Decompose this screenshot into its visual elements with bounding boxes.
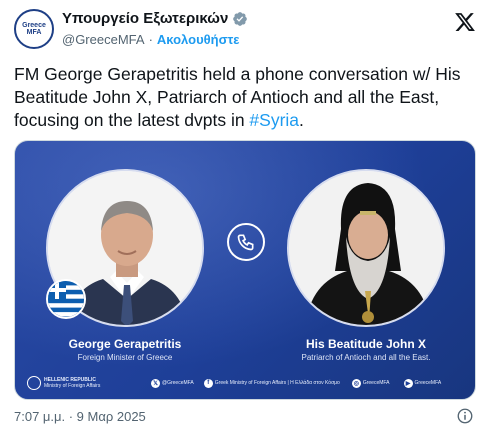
x-logo-icon[interactable] [454, 11, 476, 33]
hashtag-link[interactable]: #Syria [249, 110, 299, 130]
timestamp[interactable]: 7:07 μ.μ. · 9 Μαρ 2025 [14, 409, 146, 424]
phone-icon [227, 223, 265, 261]
tweet-end: . [299, 110, 304, 130]
avatar[interactable]: Greece MFA [14, 9, 54, 49]
display-name[interactable]: Υπουργείο Εξωτερικών [62, 10, 228, 27]
social-x: 𝕏 @GreeceMFA [151, 378, 194, 388]
handle-row: @GreeceMFA · Ακολουθήστε [62, 32, 239, 47]
social-instagram: ◎ GreeceMFA [351, 378, 390, 388]
left-person-name: George Gerapetritis [68, 337, 182, 351]
tweet-body: FM George Gerapetritis held a phone conv… [14, 64, 461, 130]
verified-badge-icon [233, 11, 248, 26]
portrait-right [287, 169, 445, 327]
ministry-line2: Ministry of Foreign Affairs [44, 383, 101, 389]
social-facebook-text: Greek Ministry of Foreign Affairs | Η Ελ… [214, 380, 340, 386]
social-facebook: f Greek Ministry of Foreign Affairs | Η … [203, 378, 340, 388]
greek-flag-icon [46, 279, 86, 319]
left-person-role: Foreign Minister of Greece [77, 353, 173, 362]
social-youtube-text: GreeceMFA [414, 380, 442, 386]
ministry-logo: HELLENIC REPUBLIC Ministry of Foreign Af… [27, 376, 105, 390]
facebook-icon: f [203, 378, 213, 388]
tweet-header: Greece MFA Υπουργείο Εξωτερικών @GreeceM… [14, 9, 476, 53]
coat-of-arms-icon [27, 376, 41, 390]
follow-button[interactable]: Ακολουθήστε [157, 32, 240, 47]
tweet-text: FM George Gerapetritis held a phone conv… [14, 63, 476, 132]
x-small-icon: 𝕏 [151, 378, 160, 388]
media-image[interactable]: George Gerapetritis Foreign Minister of … [14, 140, 476, 400]
avatar-text-line1: Greece [22, 22, 46, 29]
avatar-text-line2: MFA [26, 29, 42, 36]
name-row: Υπουργείο Εξωτερικών [62, 10, 248, 27]
social-x-text: @GreeceMFA [162, 380, 194, 386]
separator-dot: · [148, 32, 153, 47]
media-footer: HELLENIC REPUBLIC Ministry of Foreign Af… [27, 373, 465, 393]
instagram-icon: ◎ [351, 378, 361, 388]
social-youtube: ▶ GreeceMFA [403, 378, 442, 388]
patriarch-illustration [289, 171, 443, 325]
handle[interactable]: @GreeceMFA [62, 32, 145, 47]
youtube-icon: ▶ [403, 378, 413, 388]
social-instagram-text: GreeceMFA [362, 380, 390, 386]
info-icon[interactable] [456, 407, 474, 425]
right-person-name: His Beatitude John X [305, 337, 427, 351]
right-person-role: Patriarch of Antioch and all the East. [301, 353, 431, 362]
